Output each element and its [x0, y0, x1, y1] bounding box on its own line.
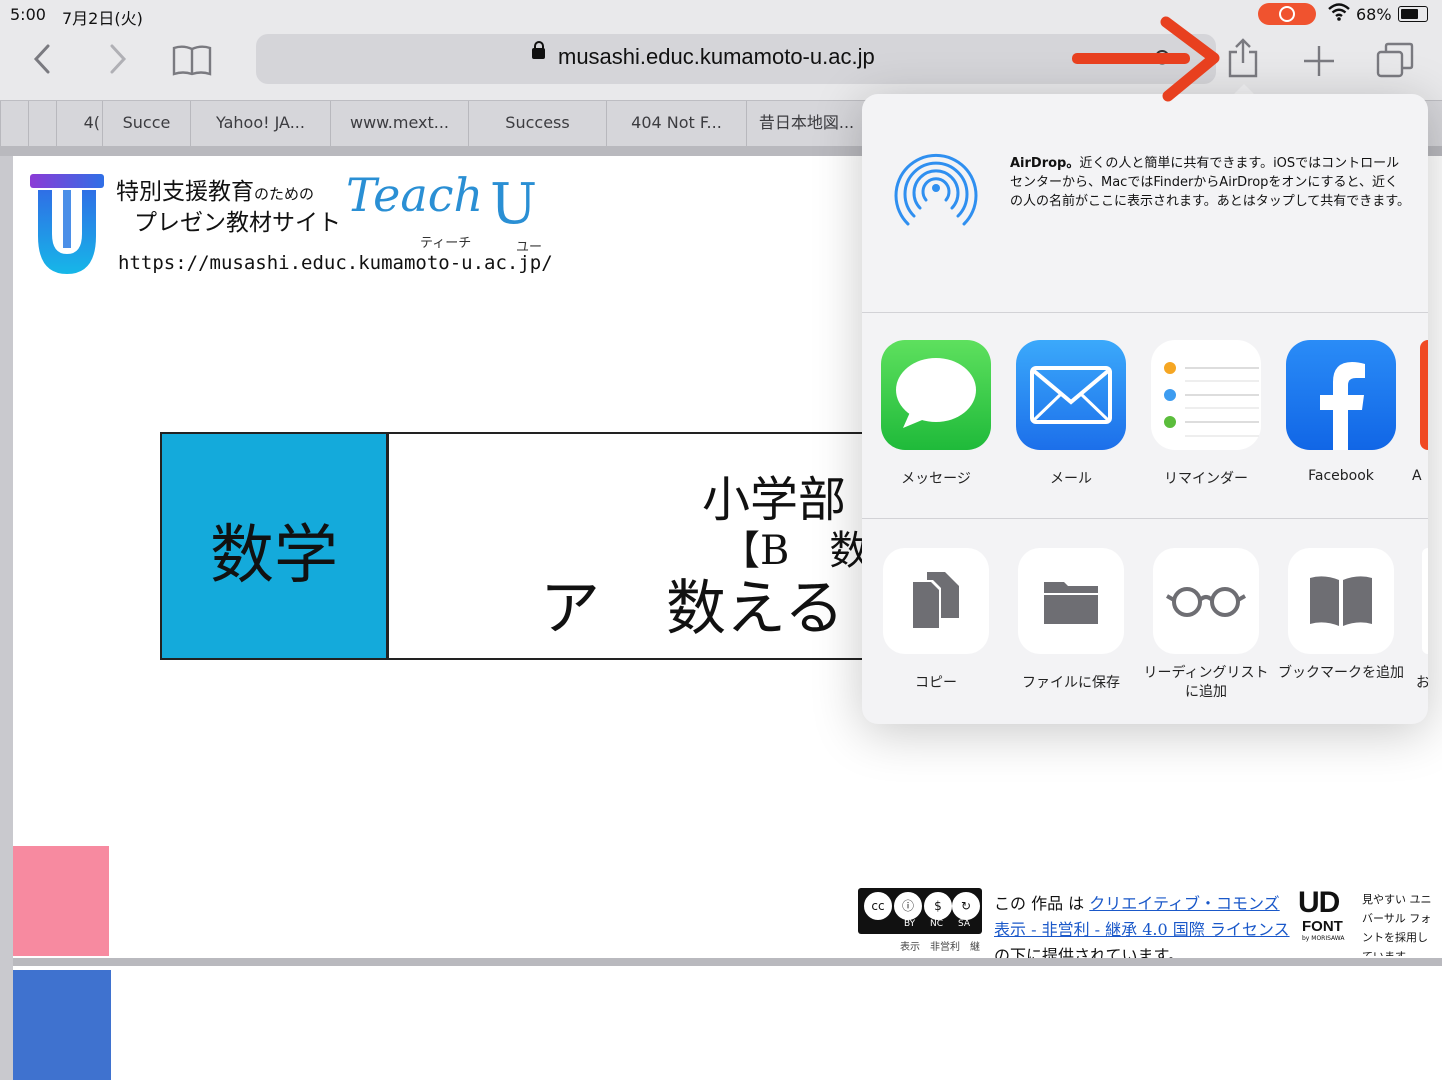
share-divider — [862, 312, 1428, 313]
site-title-line1: 特別支援教育 — [116, 179, 254, 205]
facebook-label: Facebook — [1308, 468, 1374, 484]
teach-u-logo-text: U — [490, 172, 538, 237]
reading-list-label: リーディングリストに追加 — [1143, 665, 1269, 700]
site-title: 特別支援教育のための — [116, 172, 314, 206]
tab-3[interactable]: Yahoo! JA... — [190, 101, 330, 147]
browser-toolbar: musashi.educ.kumamoto-u.ac.jp ⟳ — [0, 30, 1442, 100]
reading-list-action[interactable] — [1153, 548, 1259, 654]
ud-font-logo: UD — [1298, 886, 1340, 919]
title-line3b: 数える — [666, 574, 845, 644]
bookmarks-icon[interactable] — [172, 44, 212, 84]
screen-recording-icon[interactable] — [1258, 3, 1316, 25]
page-left-border — [0, 156, 13, 1080]
page-separator — [13, 958, 1442, 966]
share-icon[interactable] — [1226, 38, 1260, 82]
tab-4[interactable]: www.mext... — [330, 101, 468, 147]
tab-stack[interactable] — [0, 101, 28, 147]
tab-6[interactable]: 404 Not F... — [606, 101, 746, 147]
nc-icon: $ — [924, 892, 952, 920]
url-text[interactable]: musashi.educ.kumamoto-u.ac.jp — [558, 44, 875, 70]
mail-app-icon[interactable] — [1016, 340, 1126, 450]
reminders-label: リマインダー — [1164, 471, 1248, 487]
share-divider — [862, 518, 1428, 519]
lock-icon — [532, 41, 545, 59]
annotation-arrow-head — [1158, 16, 1222, 106]
back-icon[interactable] — [30, 42, 56, 84]
status-bar: 5:00 7月2日(火) 68% — [0, 0, 1442, 30]
forward-icon[interactable] — [104, 42, 130, 84]
airdrop-icon[interactable] — [888, 144, 984, 240]
save-to-files-action[interactable] — [1018, 548, 1124, 654]
tabs-overview-icon[interactable] — [1376, 42, 1414, 82]
copy-label: コピー — [915, 675, 957, 691]
site-subtitle: プレゼン教材サイト — [134, 210, 341, 236]
reminders-app-icon[interactable] — [1151, 340, 1261, 450]
add-bookmark-label: ブックマークを追加 — [1278, 665, 1404, 681]
license-prefix: この 作品 は — [994, 894, 1090, 913]
more-app-label: A — [1412, 468, 1422, 484]
cc-label-sa: SA — [958, 919, 971, 929]
tab-5[interactable]: Success — [468, 101, 606, 147]
creative-commons-badge[interactable]: cc ⓘ $ ↻ BY NC SA — [858, 888, 982, 934]
more-action-label: お — [1416, 675, 1428, 691]
mail-label: メール — [1050, 471, 1092, 487]
teach-kana: ティーチ — [420, 236, 472, 251]
add-bookmark-action[interactable] — [1288, 548, 1394, 654]
messages-app-icon[interactable] — [881, 340, 991, 450]
license-line1: この 作品 は クリエイティブ・コモンズ — [994, 890, 1280, 914]
cc-link[interactable]: クリエイティブ・コモンズ — [1089, 894, 1279, 913]
airdrop-title: AirDrop。 — [1010, 156, 1080, 171]
new-tab-icon[interactable] — [1302, 44, 1336, 82]
tab-7[interactable]: 昔日本地図... — [746, 101, 866, 147]
save-to-files-label: ファイルに保存 — [1022, 675, 1120, 691]
tab-2[interactable]: Succe — [102, 101, 190, 147]
battery-icon — [1398, 6, 1428, 22]
ud-font-label: FONT — [1302, 918, 1343, 935]
blue-bookmark-tab[interactable] — [13, 970, 111, 1080]
more-action[interactable] — [1422, 548, 1428, 654]
license-line3: の下に提供されています。 — [994, 946, 1184, 958]
messages-label: メッセージ — [901, 471, 971, 487]
ud-font-description: 見やすい ユニバーサル フォントを採用しています — [1362, 893, 1432, 956]
site-title-small: のための — [254, 185, 315, 203]
facebook-app-icon[interactable] — [1286, 340, 1396, 450]
wifi-icon — [1328, 2, 1350, 27]
cc-label-nc: NC — [930, 919, 944, 929]
pink-bookmark-tab[interactable] — [13, 846, 109, 956]
more-app-icon[interactable] — [1420, 340, 1428, 450]
status-time: 5:00 — [10, 5, 46, 24]
airdrop-description: AirDrop。近くの人と簡単に共有できます。iOSではコントロールセンターから… — [1010, 154, 1410, 211]
site-logo-u[interactable] — [36, 190, 98, 276]
site-logo[interactable] — [30, 174, 104, 188]
cc-sub-label: 表示 非営利 継 — [900, 942, 980, 953]
ud-font-by: by MORISAWA — [1302, 935, 1345, 942]
cc-icon: cc — [864, 892, 892, 920]
battery-percent: 68% — [1356, 5, 1392, 24]
cc-label-by: BY — [904, 919, 916, 929]
tab-1[interactable]: 4( — [56, 101, 102, 147]
subject-box: 数学 — [160, 432, 388, 660]
title-line3a: ア — [540, 574, 600, 644]
status-date: 7月2日(火) — [62, 9, 143, 28]
by-icon: ⓘ — [894, 892, 922, 920]
subject-label: 数学 — [210, 519, 338, 593]
license-link[interactable]: 表示 - 非営利 - 継承 4.0 国際 ライセンス — [994, 916, 1290, 940]
tab-stack[interactable] — [28, 101, 56, 147]
teach-logo-text: Teach — [346, 168, 484, 222]
sa-icon: ↻ — [952, 892, 980, 920]
copy-action[interactable] — [883, 548, 989, 654]
site-url[interactable]: https://musashi.educ.kumamoto-u.ac.jp/ — [118, 252, 553, 274]
